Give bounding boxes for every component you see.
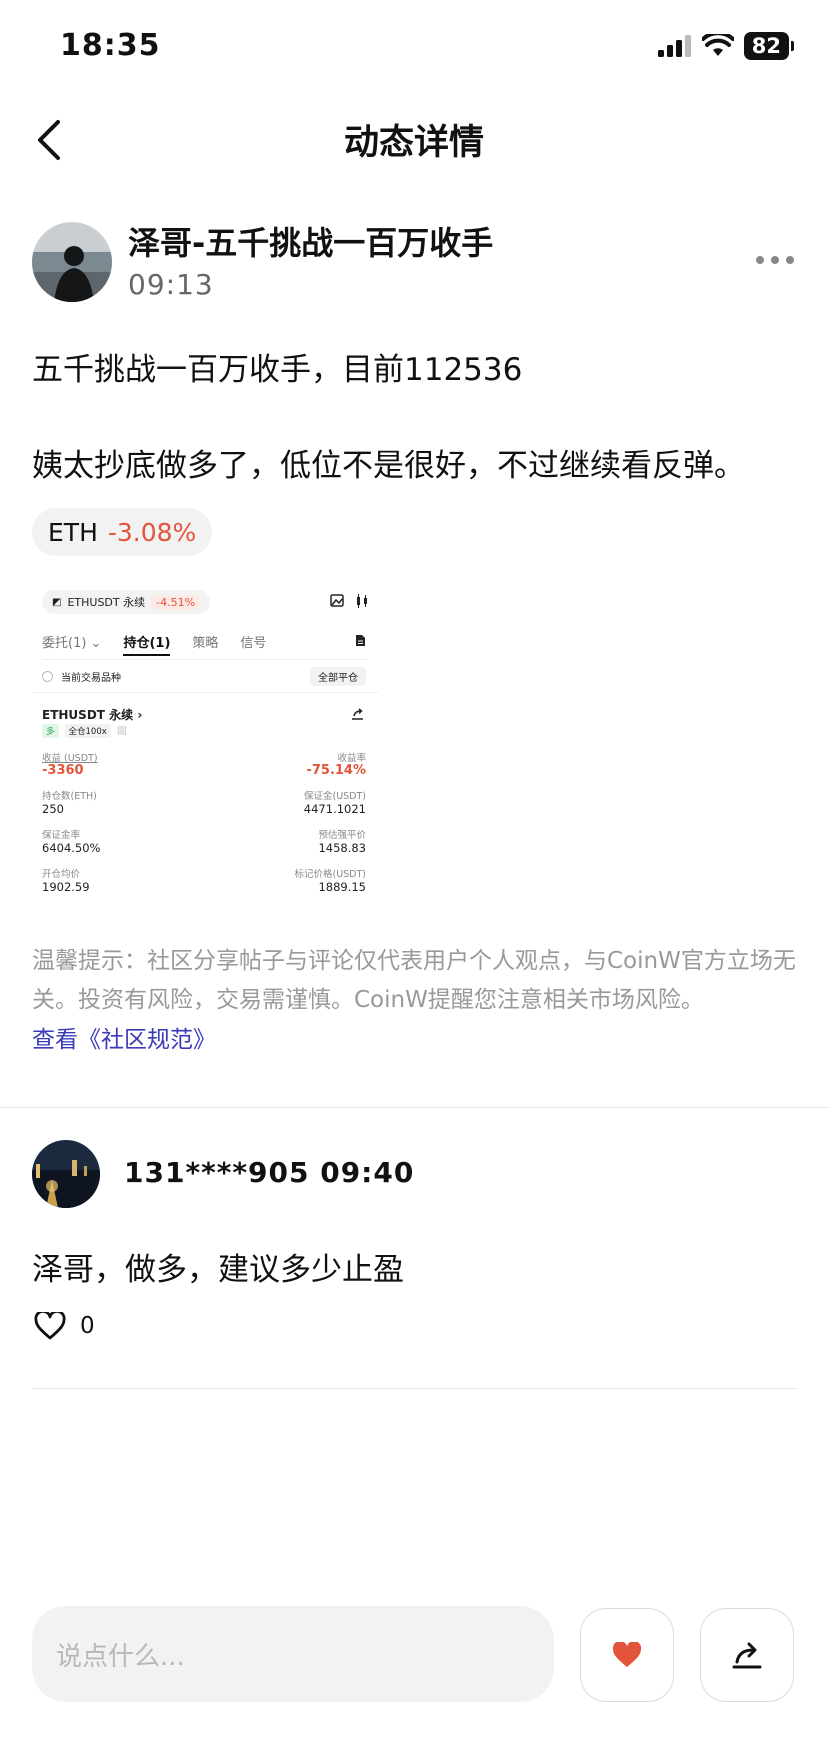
roe-value: -75.14% [306,763,366,778]
pair-change: -4.51% [151,594,201,610]
author-avatar[interactable] [32,222,112,302]
margin-mode-badge: 全仓100x [64,724,111,738]
checkbox-icon [42,671,53,682]
share-button[interactable] [700,1608,794,1702]
like-button[interactable] [580,1608,674,1702]
pnl-label: 收益 (USDT) [42,753,98,764]
battery-icon [791,41,794,51]
roe-label: 收益率 [337,753,366,764]
liq-label: 预估强平价 [318,830,366,841]
status-time: 18:35 [60,28,161,63]
comment-input[interactable]: 说点什么... [32,1606,554,1702]
share-icon [732,1642,762,1669]
status-icons: 82 [657,32,794,60]
coin-change: -3.08% [107,517,197,547]
margin-label: 保证金(USDT) [303,791,366,802]
margin-rate-label: 保证金率 [42,830,81,841]
heart-outline-icon[interactable] [34,1312,66,1340]
post-text-line2: 姨太抄底做多了，低位不是很好，不过继续看反弹。 [32,448,745,484]
document-icon [356,635,365,646]
margin-value: 4471.1021 [303,802,366,816]
comment-like-button[interactable]: 0 [34,1312,95,1340]
shot-tab-strategy: 策略 [192,636,219,651]
pnl-value: -3360 [42,763,84,778]
shot-tab-signal: 信号 [240,636,267,651]
liq-value: 1458.83 [318,841,366,855]
section-divider [0,1107,828,1108]
mark-value: 1889.15 [318,880,366,894]
entry-label: 开仓均价 [42,869,81,880]
image-icon [330,594,344,607]
comment-divider [32,1388,796,1389]
shot-tabs: 委托(1) ⌄ 持仓(1) 策略 信号 [42,632,266,656]
margin-rate-value: 6404.50% [42,841,101,855]
commenter-avatar[interactable] [32,1140,100,1208]
chart-icons [330,594,368,608]
side-badge: 多 [42,724,59,738]
coin-symbol: ETH [48,517,98,547]
candlestick-icon [357,594,367,608]
pair-name: ETHUSDT 永续 [67,596,146,609]
disclaimer-text: 温馨提示：社区分享帖子与评论仅代表用户个人观点，与CoinW官方立场无关。投资有… [32,948,796,1013]
community-rules-link[interactable]: 查看《社区规范》 [32,1020,216,1054]
wifi-icon [701,34,734,56]
more-options-icon[interactable] [756,256,794,264]
position-badges: 多 全仓100x ||||| [42,724,127,738]
signal-icon [657,35,691,57]
shot-tab-orders: 委托(1) ⌄ [42,636,102,651]
like-count: 0 [80,1313,95,1339]
position-title: ETHUSDT 永续 › [42,708,143,722]
heart-filled-icon [612,1642,642,1668]
coin-tag[interactable]: ETH -3.08% [32,508,213,556]
share-icon [352,708,363,720]
page-title: 动态详情 [343,123,484,163]
post-text-line1: 五千挑战一百万收手，目前112536 [32,352,523,388]
shot-tab-positions: 持仓(1) [123,632,171,656]
current-pair-filter: 当前交易品种 [42,669,121,684]
author-name[interactable]: 泽哥-五千挑战一百万收手 [128,218,493,264]
post-time: 09:13 [128,268,214,301]
comment-text: 泽哥，做多，建议多少止盈 [32,1252,404,1288]
comment-user-time: 131****905 09:40 [124,1156,415,1189]
close-all-button: 全部平仓 [310,667,366,686]
size-label: 持仓数(ETH) [42,791,97,802]
pair-logo-icon: ◩ [52,596,62,608]
mark-label: 标记价格(USDT) [294,869,366,880]
entry-value: 1902.59 [42,880,90,894]
post-image[interactable]: ◩ ETHUSDT 永续 -4.51% 委托(1) ⌄ 持仓(1) 策略 信号 … [32,580,378,920]
pair-pill: ◩ ETHUSDT 永续 -4.51% [42,590,211,614]
battery-level: 82 [743,32,789,60]
size-value: 250 [42,802,64,816]
